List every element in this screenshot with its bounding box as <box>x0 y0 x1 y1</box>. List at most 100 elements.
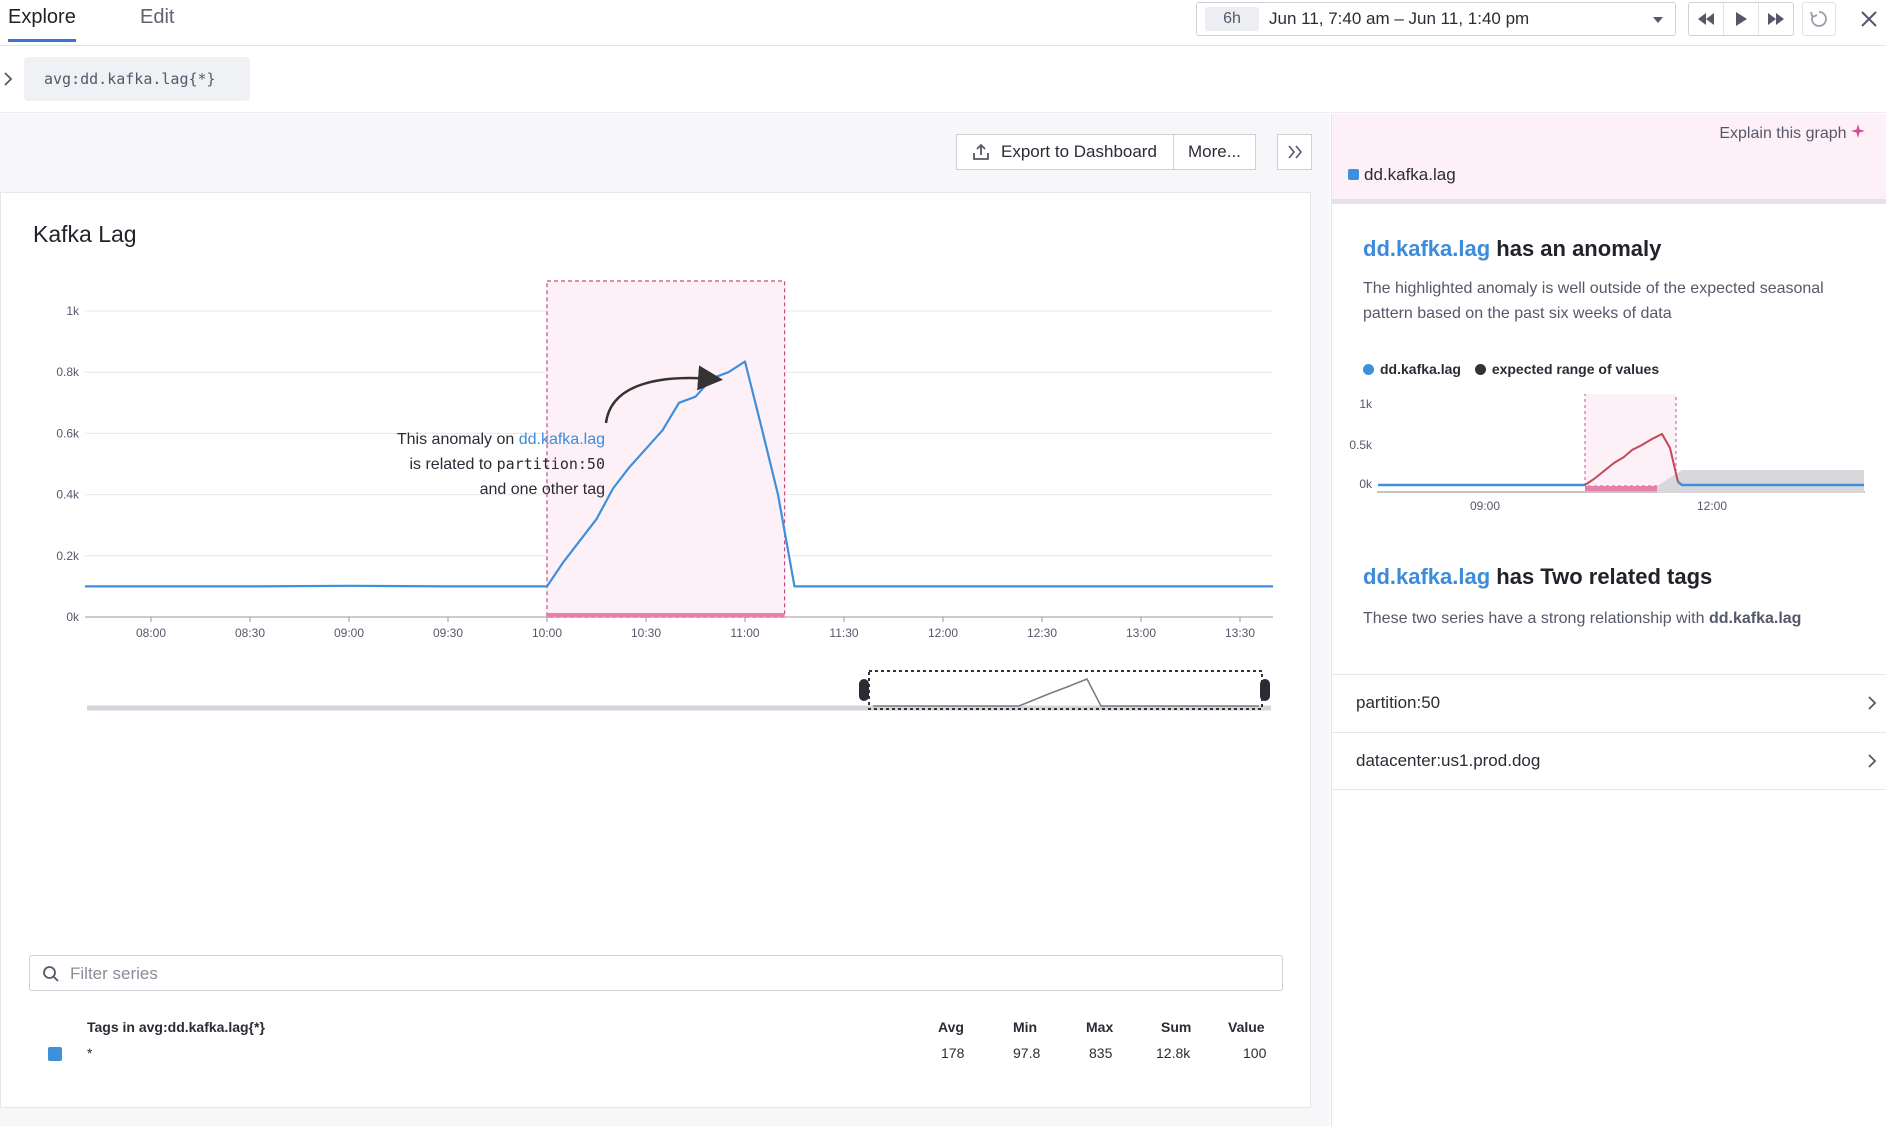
reset-button[interactable] <box>1802 2 1836 36</box>
mini-y-tick-1k: 1k <box>1359 397 1373 411</box>
navigator-handle-left[interactable] <box>859 679 869 701</box>
table-cell-tag[interactable]: * <box>87 1045 92 1061</box>
series-color-swatch <box>1348 169 1359 180</box>
table-cell-max: 835 <box>1089 1045 1113 1061</box>
related-tag-label: partition:50 <box>1356 693 1441 712</box>
table-header-max[interactable]: Max <box>1086 1019 1113 1035</box>
reset-icon <box>1810 11 1827 27</box>
table-cell-value: 100 <box>1243 1045 1267 1061</box>
mini-anomaly-window <box>1584 394 1677 487</box>
related-description: These two series have a strong relations… <box>1363 606 1883 631</box>
mini-y-tick-05k: 0.5k <box>1349 438 1373 452</box>
playback-controls <box>1688 2 1794 36</box>
anomaly-marker <box>547 613 785 617</box>
x-tick-label: 12:00 <box>928 626 958 640</box>
anomaly-mini-chart[interactable]: 1k 0.5k 0k 09:00 12:00 <box>1332 394 1886 514</box>
table-cell-avg: 178 <box>941 1045 965 1061</box>
mini-x-tick-0900: 09:00 <box>1470 499 1500 513</box>
x-tick-label: 11:30 <box>829 626 858 640</box>
time-range-picker[interactable]: 6h Jun 11, 7:40 am – Jun 11, 1:40 pm <box>1196 2 1676 36</box>
kafka-lag-chart[interactable]: 0k 0.2k 0.4k 0.6k 0.8k 1k 08:00 08:30 09:00 09:30… <box>1 193 1312 733</box>
related-description-text: These two series have a strong relations… <box>1363 610 1709 627</box>
query-bar: avg:dd.kafka.lag{*} <box>0 47 1886 113</box>
mini-y-tick-0k: 0k <box>1359 477 1373 491</box>
close-button[interactable] <box>1852 2 1886 36</box>
y-tick-label: 0.4k <box>56 488 80 502</box>
x-tick-label: 12:30 <box>1027 626 1057 640</box>
x-tick-label: 09:00 <box>334 626 364 640</box>
y-tick-label: 0.2k <box>56 549 80 563</box>
anomaly-metric-link[interactable]: dd.kafka.lag <box>1363 236 1490 261</box>
tab-edit[interactable]: Edit <box>140 6 174 39</box>
related-description-metric: dd.kafka.lag <box>1708 610 1802 627</box>
annotation-text-1: This anomaly on <box>396 431 519 448</box>
y-tick-label: 0.6k <box>56 426 80 440</box>
rewind-button[interactable] <box>1689 3 1724 35</box>
insights-panel: Explain this graph dd.kafka.lag dd.kafka… <box>1331 114 1886 1126</box>
time-range-badge[interactable]: 6h <box>1205 7 1259 31</box>
anomaly-annotation: This anomaly on dd.kafka.lag is related … <box>331 427 605 502</box>
legend-expected-label: expected range of values <box>1491 361 1660 377</box>
sparkle-icon <box>1851 124 1865 138</box>
table-header-value[interactable]: Value <box>1228 1019 1265 1035</box>
chevron-down-icon <box>1653 17 1663 23</box>
x-tick-label: 10:00 <box>532 626 562 640</box>
related-tag-row[interactable]: partition:50 <box>1332 674 1886 732</box>
play-button[interactable] <box>1724 3 1759 35</box>
explain-label: Explain this graph <box>1719 125 1847 142</box>
selected-series: dd.kafka.lag <box>1348 165 1456 185</box>
export-label: Export to Dashboard <box>1001 142 1157 161</box>
query-text[interactable]: avg:dd.kafka.lag{*} <box>24 57 250 101</box>
top-bar: Explore Edit 6h Jun 11, 7:40 am – Jun 11… <box>0 0 1886 46</box>
divider <box>1332 200 1886 204</box>
related-tag-label: datacenter:us1.prod.dog <box>1356 751 1541 770</box>
search-icon <box>43 966 59 982</box>
upload-icon <box>973 143 989 160</box>
expand-panel-button[interactable] <box>1277 134 1312 170</box>
mini-chart-legend: dd.kafka.lag expected range of values <box>1363 361 1659 377</box>
table-cell-sum: 12.8k <box>1156 1045 1191 1061</box>
related-tag-row[interactable]: datacenter:us1.prod.dog <box>1332 732 1886 790</box>
selected-series-label: dd.kafka.lag <box>1364 165 1456 184</box>
x-tick-label: 09:30 <box>433 626 463 640</box>
legend-dot-expected <box>1474 364 1486 375</box>
filter-series-input[interactable]: Filter series <box>29 955 1283 991</box>
navigator-handle-right[interactable] <box>1260 679 1270 701</box>
fast-forward-button[interactable] <box>1759 3 1793 35</box>
anomaly-heading-suffix: has an anomaly <box>1490 236 1662 261</box>
related-tags-heading: dd.kafka.lag has Two related tags <box>1363 564 1712 590</box>
annotation-metric-link[interactable]: dd.kafka.lag <box>519 431 605 448</box>
series-color-swatch[interactable] <box>48 1047 62 1061</box>
time-navigator[interactable] <box>87 670 1271 711</box>
export-to-dashboard-button[interactable]: Export to Dashboard <box>956 134 1174 170</box>
filter-placeholder: Filter series <box>70 964 158 983</box>
time-range-text: Jun 11, 7:40 am – Jun 11, 1:40 pm <box>1269 9 1530 28</box>
legend-series-label: dd.kafka.lag <box>1380 361 1461 377</box>
chevron-right-icon <box>1868 754 1877 768</box>
x-tick-label: 08:00 <box>136 626 166 640</box>
x-tick-label: 13:30 <box>1225 626 1255 640</box>
x-tick-label: 08:30 <box>235 626 265 640</box>
table-header-min[interactable]: Min <box>1013 1019 1037 1035</box>
tab-explore[interactable]: Explore <box>8 6 76 42</box>
double-chevron-right-icon <box>1287 145 1302 159</box>
chevron-right-icon <box>1868 696 1877 710</box>
y-tick-label: 0.8k <box>56 365 80 379</box>
explain-graph-button[interactable]: Explain this graph <box>1719 124 1865 143</box>
table-header-sum[interactable]: Sum <box>1161 1019 1191 1035</box>
insights-header: Explain this graph dd.kafka.lag <box>1332 114 1886 200</box>
chevron-right-icon[interactable] <box>2 71 14 87</box>
more-button[interactable]: More... <box>1173 134 1256 170</box>
play-icon <box>1736 12 1747 26</box>
related-metric-link[interactable]: dd.kafka.lag <box>1363 564 1490 589</box>
y-tick-label: 1k <box>66 304 80 318</box>
table-header-avg[interactable]: Avg <box>938 1019 964 1035</box>
mini-x-tick-1200: 12:00 <box>1697 499 1727 513</box>
related-heading-suffix: has Two related tags <box>1490 564 1713 589</box>
graph-card: Kafka Lag 0k 0.2k 0.4k 0.6k 0.8k 1k 08:00 08:30… <box>0 192 1311 1108</box>
annotation-tag: partition:50 <box>496 455 605 473</box>
close-icon <box>1861 11 1877 27</box>
legend-dot-series <box>1363 364 1374 375</box>
anomaly-heading: dd.kafka.lag has an anomaly <box>1363 236 1661 262</box>
x-tick-label: 11:00 <box>730 626 759 640</box>
